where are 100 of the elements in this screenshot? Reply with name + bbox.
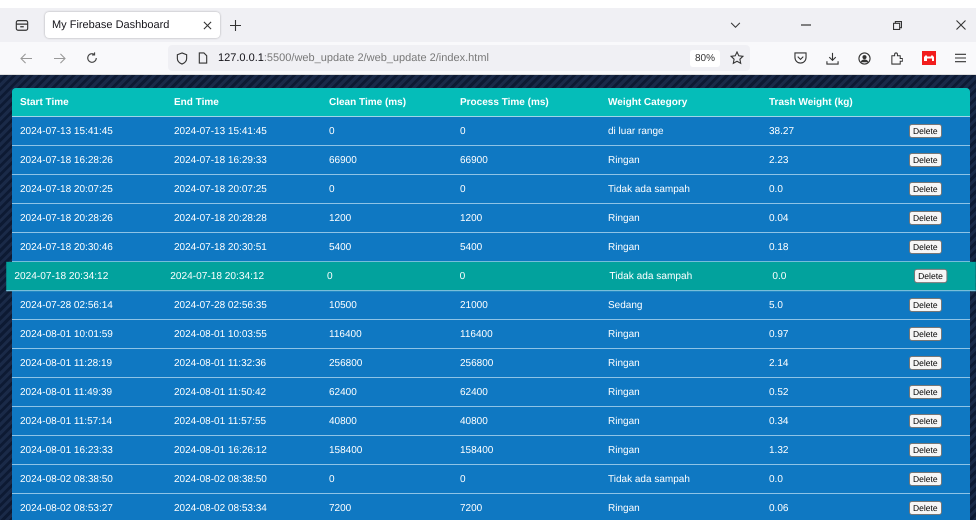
table-cell-text: 2024-08-02 08:53:27 [20,502,114,514]
table-cell-text: 256800 [329,358,364,368]
table-cell-text: 2024-07-18 16:29:33 [174,154,268,166]
table-cell-text: 0 [329,184,336,194]
table-cell-text: 2024-08-01 11:50:42 [174,386,268,398]
table-cell-text: di luar range [608,126,665,136]
address-bar[interactable]: 127.0.0.1:5500/web_update 2/web_update 2/index.html 80% [168,45,750,71]
close-icon[interactable] [956,20,966,30]
table-cell-text: 2024-07-18 20:30:51 [174,242,268,252]
table-cell-text: Ringan [608,386,641,398]
table-cell-text: Tidak ada sampah [609,270,694,282]
table-cell-text: 0 [329,126,336,136]
back-icon[interactable] [20,52,33,64]
column-header: Process Time (ms) [460,96,550,108]
delete-button[interactable]: Delete [909,501,942,515]
delete-button[interactable]: Delete [909,472,942,486]
table-cell-text: 66900 [460,154,489,166]
column-header: Weight Category [608,96,688,108]
reload-icon[interactable] [86,52,98,64]
table-cell-text: 2024-08-01 16:26:12 [174,444,268,456]
table-cell-text: 5.0 [769,300,784,310]
account-icon[interactable] [858,52,871,64]
delete-button[interactable]: Delete [909,153,942,167]
pocket-icon[interactable] [794,52,807,64]
table-row[interactable]: 2024-07-28 02:56:14 2024-07-28 02:56:35 10500 21000 Sedang 5.0 Delete [12,291,970,320]
delete-button[interactable]: Delete [914,268,947,284]
table-cell-text: 0 [327,270,334,282]
table-cell-text: Ringan [608,154,641,166]
table-cell-text: 0.97 [769,328,790,340]
table-cell-text: 2024-08-01 11:28:19 [20,358,114,368]
delete-button[interactable]: Delete [909,298,942,312]
table-cell-text: 2.23 [769,154,790,166]
table-cell-text: 2024-07-18 20:07:25 [174,184,268,194]
new-tab-icon[interactable] [230,20,241,30]
star-icon[interactable] [730,51,744,65]
table-cell-text: Ringan [608,358,641,368]
delete-button[interactable]: Delete [909,124,942,138]
extension-icon[interactable] [922,51,936,65]
table-cell-text: 2024-07-18 20:34:12 [14,270,110,282]
table-cell-text: 2024-08-01 11:32:36 [174,358,268,368]
table-cell-text: 256800 [460,358,494,368]
table-cell-text: 0.0 [772,270,788,282]
extensions-icon[interactable] [890,52,903,64]
table-cell-text: 2024-08-01 10:03:55 [174,328,268,340]
table-cell-text: Ringan [608,242,641,252]
table-cell-text: Ringan [608,444,641,456]
table-cell-text: 158400 [329,444,364,456]
tab-list-icon[interactable] [15,18,29,32]
table-cell-text: 7200 [329,502,352,514]
restore-icon[interactable] [893,20,902,30]
minimize-icon[interactable] [801,24,811,26]
table-cell-text: 2024-08-02 08:38:50 [174,474,268,484]
table-cell-text: 0 [460,270,466,282]
delete-button[interactable]: Delete [909,182,942,196]
delete-button[interactable]: Delete [909,414,942,428]
table-cell-text: 2024-07-28 02:56:14 [20,300,114,310]
table-cell-text: 2024-08-01 11:57:55 [174,416,268,426]
table-cell-text: 2024-08-02 08:53:34 [174,502,268,514]
table-cell-text: 2024-07-13 15:41:45 [174,126,268,136]
table-cell-text: 116400 [460,328,494,340]
browser-tab[interactable]: My Firebase Dashboard [45,12,220,38]
table-cell-text: Ringan [608,212,641,224]
table-cell-text: Ringan [608,502,641,514]
forward-icon[interactable] [53,52,66,64]
delete-button[interactable]: Delete [909,327,942,341]
table-cell-text: 158400 [460,444,494,456]
delete-button[interactable]: Delete [909,385,942,399]
zoom-badge[interactable]: 80% [690,50,720,66]
table-cell-text: 2.14 [769,358,790,368]
chevron-down-icon[interactable] [730,22,741,28]
table-cell-text: Ringan [608,328,641,340]
table-cell-text: 2024-08-01 11:49:39 [20,386,114,398]
table-cell-text: 5400 [329,242,352,252]
delete-button[interactable]: Delete [909,211,942,225]
shield-icon[interactable] [176,52,188,64]
table-cell-text: 1.32 [769,444,790,456]
column-header: Trash Weight (kg) [769,96,854,108]
table-cell-text: 62400 [460,386,489,398]
table-cell-text: 116400 [329,328,363,340]
table-cell-text: 2024-07-18 16:28:26 [20,154,114,166]
table-cell-text: 0 [460,474,467,484]
table-cell-text: 1200 [329,212,352,224]
table-cell-text: 38.27 [769,126,796,136]
table-cell-text: 2024-07-18 20:28:28 [174,212,268,224]
table-cell-text: 2024-08-01 16:23:33 [20,444,114,456]
table-cell-text: 7200 [460,502,484,514]
download-icon[interactable] [826,52,839,64]
table-cell-text: 1200 [460,212,484,224]
table-cell-text: 0.52 [769,386,790,398]
close-icon[interactable] [203,20,212,30]
menu-icon[interactable] [955,53,966,63]
table-cell-text: 2024-07-18 20:30:46 [20,242,114,252]
table-cell-text: 2024-07-18 20:28:26 [20,212,114,224]
delete-button[interactable]: Delete [909,240,942,254]
delete-button[interactable]: Delete [909,356,942,370]
table-cell-text: 0.0 [769,184,784,194]
table-cell-text: Sedang [608,300,644,310]
highlighted-table-row[interactable]: 2024-07-18 20:34:12 2024-07-18 20:34:12 0 0 Tidak ada sampah 0.0 Delete [6,262,976,292]
delete-button[interactable]: Delete [909,443,942,457]
table-cell-text: 66900 [329,154,358,166]
